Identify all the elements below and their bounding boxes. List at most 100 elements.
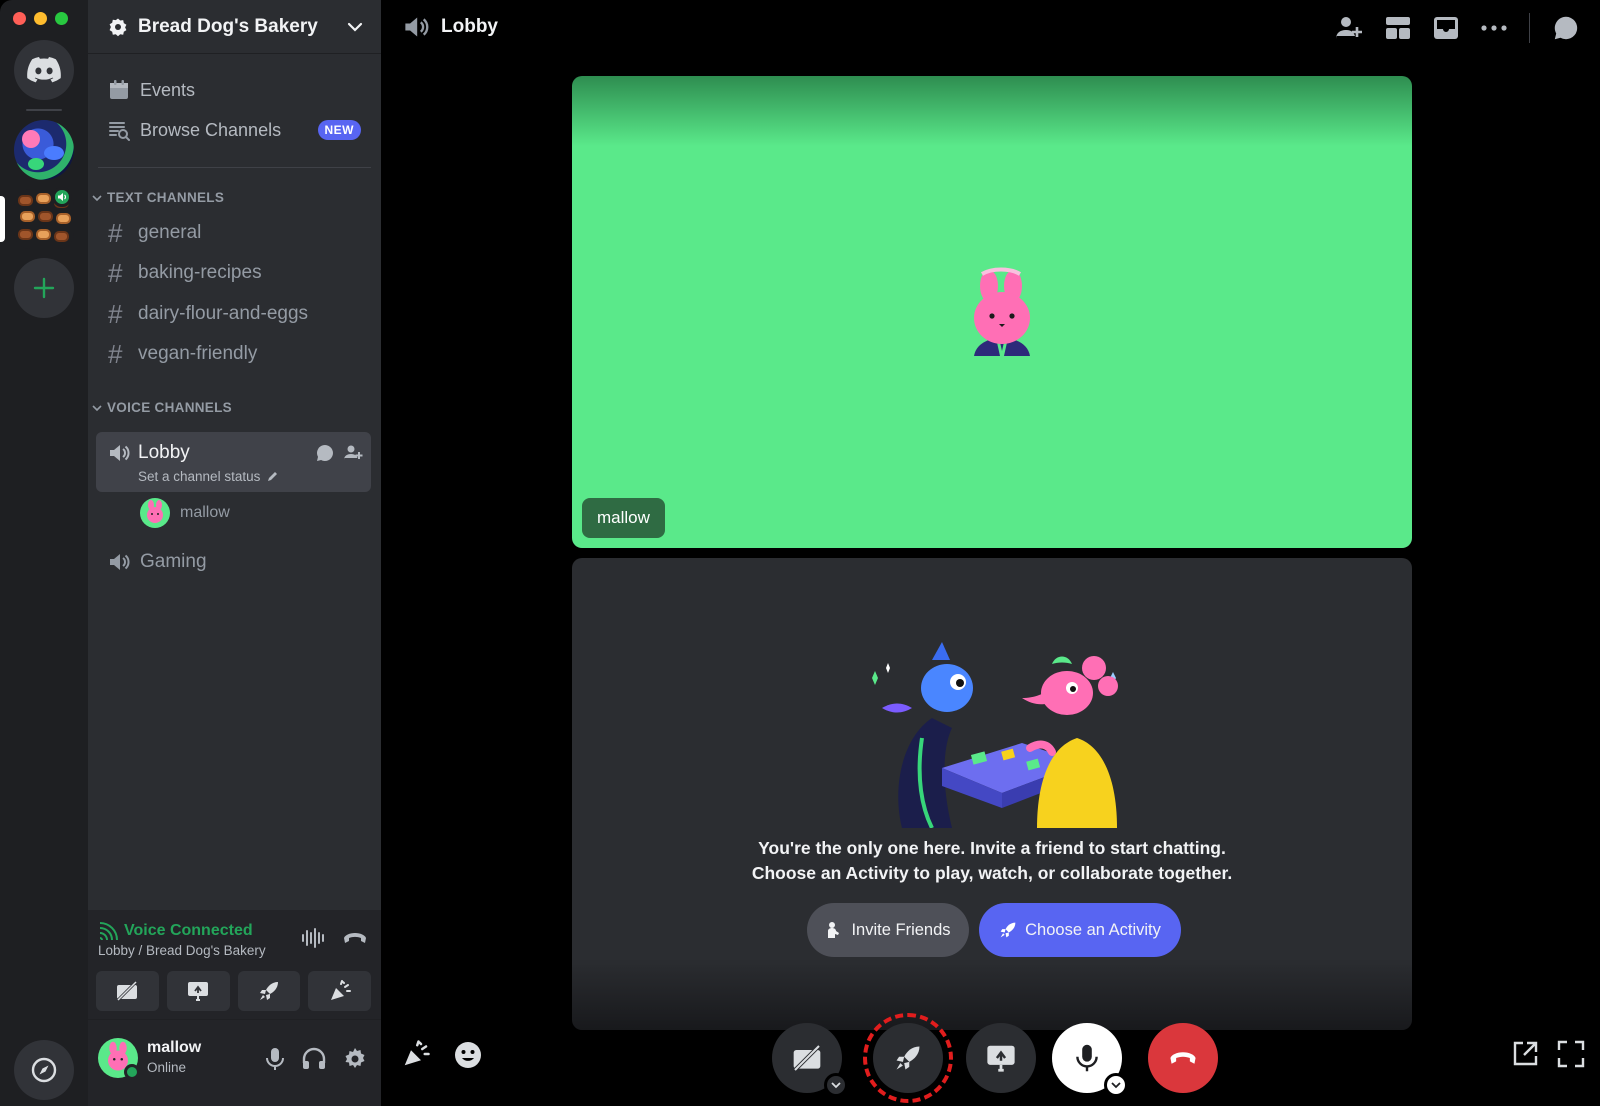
call-header: Lobby — [381, 0, 1600, 54]
user-name: mallow — [147, 1039, 202, 1056]
screen-share-icon — [188, 982, 209, 1001]
chevron-down-icon — [92, 194, 102, 201]
add-member-icon[interactable] — [1335, 15, 1363, 41]
chevron-down-icon — [1111, 1081, 1121, 1088]
chat-bubble-icon[interactable] — [1552, 14, 1580, 42]
invite-friends-button[interactable]: Invite Friends — [807, 903, 969, 957]
camera-button[interactable] — [96, 971, 159, 1011]
chevron-down-icon — [831, 1081, 841, 1088]
invite-tile: You're the only one here. Invite a frien… — [572, 558, 1412, 1030]
close-window-button[interactable] — [13, 12, 26, 25]
invite-message-line2: Choose an Activity to play, watch, or co… — [751, 863, 1233, 883]
voice-active-badge — [52, 187, 72, 207]
channel-name: dairy-flour-and-eggs — [138, 303, 309, 324]
voice-status-label: Voice Connected — [124, 922, 253, 939]
server-header[interactable]: Bread Dog's Bakery — [88, 0, 381, 54]
invite-message-line1: You're the only one here. Invite a frien… — [758, 838, 1226, 858]
voice-connection-panel: Voice Connected Lobby / Bread Dog's Bake… — [88, 910, 381, 1020]
sidebar-divider — [98, 167, 371, 168]
server-icon-community[interactable] — [14, 120, 74, 180]
text-channels-category[interactable]: TEXT CHANNELS — [92, 190, 224, 205]
hash-icon: # — [108, 338, 123, 369]
window-controls — [13, 12, 68, 25]
invite-icon — [828, 922, 840, 938]
new-badge: NEW — [317, 120, 361, 140]
voice-channel-gaming[interactable]: Gaming — [108, 551, 207, 573]
mic-icon[interactable] — [265, 1047, 285, 1071]
grid-layout-icon[interactable] — [1385, 16, 1411, 40]
soundboard-icon[interactable] — [401, 1040, 431, 1068]
server-name: Bread Dog's Bakery — [138, 15, 318, 37]
maximize-window-button[interactable] — [55, 12, 68, 25]
camera-toggle-button[interactable] — [772, 1023, 848, 1097]
pencil-icon — [268, 472, 278, 481]
add-server-button[interactable] — [14, 258, 74, 318]
choose-activity-label: Choose an Activity — [1025, 920, 1161, 939]
voice-location[interactable]: Lobby / Bread Dog's Bakery — [98, 943, 266, 958]
user-panel: mallow Online — [88, 1020, 381, 1106]
compass-icon — [31, 1057, 57, 1083]
disconnect-button[interactable] — [1148, 1023, 1218, 1093]
channel-dairy-flour-and-eggs[interactable]: # dairy-flour-and-eggs — [96, 295, 371, 333]
screen-share-toggle-button[interactable] — [966, 1023, 1036, 1093]
gear-icon[interactable] — [343, 1047, 367, 1071]
mic-options-button[interactable] — [1104, 1073, 1128, 1097]
more-icon[interactable] — [1481, 24, 1507, 32]
channel-name: vegan-friendly — [138, 343, 258, 364]
choose-activity-button[interactable]: Choose an Activity — [979, 903, 1181, 957]
rail-separator — [26, 109, 62, 111]
lobby-channel-name: Lobby — [138, 442, 190, 463]
voice-participant[interactable]: mallow — [140, 498, 230, 528]
browse-channels-item[interactable]: Browse Channels NEW — [96, 110, 371, 150]
emoji-icon[interactable] — [453, 1040, 483, 1070]
channel-name: general — [138, 222, 202, 243]
chat-bubble-icon[interactable] — [315, 443, 335, 463]
mic-toggle-button[interactable] — [1052, 1023, 1128, 1097]
participant-name-tag: mallow — [582, 498, 665, 538]
user-controls — [265, 1047, 367, 1071]
voice-channels-category[interactable]: VOICE CHANNELS — [92, 400, 232, 415]
channel-sidebar: Bread Dog's Bakery Events Browse Channel… — [88, 0, 381, 1106]
participant-name: mallow — [180, 504, 230, 521]
discover-button[interactable] — [14, 1040, 74, 1100]
minimize-window-button[interactable] — [34, 12, 47, 25]
home-button[interactable] — [14, 40, 74, 100]
popout-icon[interactable] — [1511, 1040, 1539, 1068]
server-art — [22, 130, 40, 148]
channel-status-text: Set a channel status — [138, 469, 261, 484]
phone-icon[interactable] — [343, 931, 367, 945]
events-item[interactable]: Events — [96, 70, 371, 110]
rocket-icon — [259, 982, 278, 1000]
inbox-icon[interactable] — [1433, 16, 1459, 40]
voice-status[interactable]: Voice Connected — [98, 922, 253, 940]
channel-baking-recipes[interactable]: # baking-recipes — [96, 254, 371, 292]
soundwave-icon[interactable] — [301, 928, 327, 948]
participant-tile[interactable]: mallow — [572, 76, 1412, 548]
speaker-icon — [110, 445, 130, 461]
camera-off-icon — [793, 1044, 821, 1072]
fullscreen-icon[interactable] — [1557, 1040, 1585, 1068]
server-rail — [0, 0, 88, 1106]
voice-channel-lobby[interactable]: Lobby Set a channel status — [96, 432, 371, 492]
activity-illustration — [872, 642, 1118, 828]
soundboard-button[interactable] — [308, 971, 371, 1011]
speaker-icon — [405, 17, 429, 37]
browse-channels-icon — [109, 122, 130, 141]
activity-button[interactable] — [237, 971, 301, 1011]
channel-general[interactable]: # general — [96, 214, 371, 252]
rocket-icon — [1000, 922, 1016, 938]
add-member-icon[interactable] — [343, 443, 363, 463]
headphones-icon[interactable] — [302, 1047, 326, 1071]
screen-share-button[interactable] — [166, 971, 230, 1011]
speaker-icon — [58, 193, 67, 201]
screen-share-icon — [987, 1045, 1015, 1072]
browse-channels-label: Browse Channels — [140, 119, 282, 140]
channel-status-prompt[interactable]: Set a channel status — [138, 469, 279, 484]
channel-vegan-friendly[interactable]: # vegan-friendly — [96, 335, 371, 373]
voice-panel-actions — [301, 928, 367, 948]
camera-options-button[interactable] — [824, 1073, 848, 1097]
gaming-channel-name: Gaming — [140, 551, 207, 572]
invite-friends-label: Invite Friends — [851, 920, 951, 939]
phone-icon — [1170, 1052, 1196, 1064]
user-status: Online — [147, 1060, 187, 1075]
